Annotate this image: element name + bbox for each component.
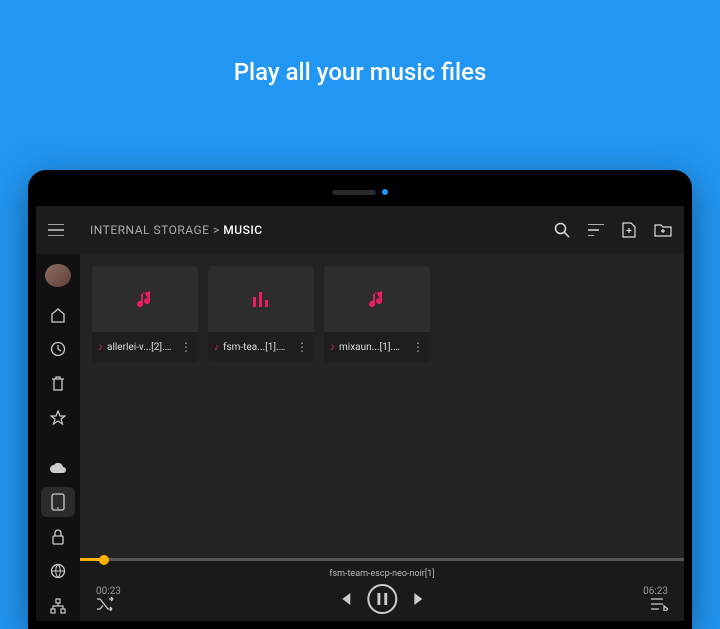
file-footer: ♪ allerlei-v...[2].mp3 ⋮ (92, 332, 198, 362)
current-time: 00:23 (96, 586, 136, 597)
sidebar-recent[interactable] (41, 334, 75, 365)
file-name: allerlei-v...[2].mp3 (107, 342, 176, 353)
lock-icon (52, 529, 64, 545)
file-grid: ♪ allerlei-v...[2].mp3 ⋮ ♪ fsm-tea...[1]… (80, 254, 684, 374)
previous-button[interactable] (337, 591, 353, 607)
sidebar-trash[interactable] (41, 368, 75, 399)
camera-bar (36, 178, 684, 206)
player-row: 00:23 fsm-team-escp-neo-noir[1] (80, 561, 684, 621)
sidebar-favorites[interactable] (41, 403, 75, 434)
file-name: mixaun...[1].mp3 (339, 342, 408, 353)
file-thumb (324, 266, 430, 332)
search-icon (554, 222, 570, 238)
sidebar-cloud[interactable] (41, 452, 75, 483)
play-pause-button[interactable] (367, 584, 397, 614)
file-card[interactable]: ♪ allerlei-v...[2].mp3 ⋮ (92, 266, 198, 362)
music-note-icon (136, 288, 154, 310)
music-badge-icon: ♪ (214, 342, 219, 353)
home-icon (50, 307, 66, 323)
player: 00:23 fsm-team-escp-neo-noir[1] (80, 558, 684, 621)
sidebar (36, 254, 80, 621)
file-more-button[interactable]: ⋮ (296, 340, 308, 354)
topbar-actions (554, 222, 672, 238)
hamburger-icon (48, 224, 64, 236)
track-name: fsm-team-escp-neo-noir[1] (329, 569, 434, 579)
file-more-button[interactable]: ⋮ (180, 340, 192, 354)
controls (337, 584, 427, 614)
camera-dot (382, 189, 388, 195)
skip-previous-icon (337, 591, 353, 607)
tablet-frame: INTERNAL STORAGE > MUSIC (28, 170, 692, 629)
file-name: fsm-tea...[1].mp3 (223, 342, 292, 353)
equalizer-icon (252, 290, 270, 308)
breadcrumb-separator: > (213, 223, 220, 237)
sidebar-lan[interactable] (41, 591, 75, 621)
queue-icon (650, 597, 668, 611)
music-note-icon (368, 288, 386, 310)
pause-icon (377, 593, 387, 605)
file-footer: ♪ mixaun...[1].mp3 ⋮ (324, 332, 430, 362)
sidebar-device[interactable] (41, 487, 75, 518)
body: ♪ allerlei-v...[2].mp3 ⋮ ♪ fsm-tea...[1]… (36, 254, 684, 621)
file-more-button[interactable]: ⋮ (412, 340, 424, 354)
sidebar-home[interactable] (41, 299, 75, 330)
avatar[interactable] (45, 264, 71, 287)
star-icon (50, 410, 66, 426)
search-button[interactable] (554, 222, 570, 238)
lan-icon (50, 598, 66, 614)
new-file-button[interactable] (622, 222, 636, 238)
globe-icon (50, 563, 66, 579)
music-badge-icon: ♪ (98, 342, 103, 353)
skip-next-icon (411, 591, 427, 607)
clock-icon (50, 341, 66, 357)
next-button[interactable] (411, 591, 427, 607)
topbar: INTERNAL STORAGE > MUSIC (36, 206, 684, 254)
new-file-icon (622, 222, 636, 238)
file-footer: ♪ fsm-tea...[1].mp3 ⋮ (208, 332, 314, 362)
cloud-icon (49, 462, 67, 474)
file-card[interactable]: ♪ mixaun...[1].mp3 ⋮ (324, 266, 430, 362)
total-time: 06:23 (628, 586, 668, 597)
sidebar-network[interactable] (41, 556, 75, 587)
screen: INTERNAL STORAGE > MUSIC (36, 206, 684, 621)
content-area: ♪ allerlei-v...[2].mp3 ⋮ ♪ fsm-tea...[1]… (80, 254, 684, 621)
queue-button[interactable] (650, 597, 668, 611)
sort-button[interactable] (588, 224, 604, 236)
menu-button[interactable] (48, 224, 72, 236)
breadcrumb-parent[interactable]: INTERNAL STORAGE (90, 223, 210, 237)
headline: Play all your music files (0, 0, 720, 86)
trash-icon (51, 376, 65, 392)
music-badge-icon: ♪ (330, 342, 335, 353)
shuffle-button[interactable] (96, 597, 114, 611)
file-thumb (92, 266, 198, 332)
new-folder-button[interactable] (654, 223, 672, 237)
file-thumb (208, 266, 314, 332)
speaker-grill (332, 190, 376, 195)
sidebar-encrypted[interactable] (41, 521, 75, 552)
breadcrumb: INTERNAL STORAGE > MUSIC (90, 223, 263, 237)
center-controls: fsm-team-escp-neo-noir[1] (329, 569, 434, 614)
shuffle-icon (96, 597, 114, 611)
file-card[interactable]: ♪ fsm-tea...[1].mp3 ⋮ (208, 266, 314, 362)
breadcrumb-current: MUSIC (223, 223, 262, 237)
tablet-icon (51, 493, 65, 511)
new-folder-icon (654, 223, 672, 237)
sort-icon (588, 224, 604, 236)
